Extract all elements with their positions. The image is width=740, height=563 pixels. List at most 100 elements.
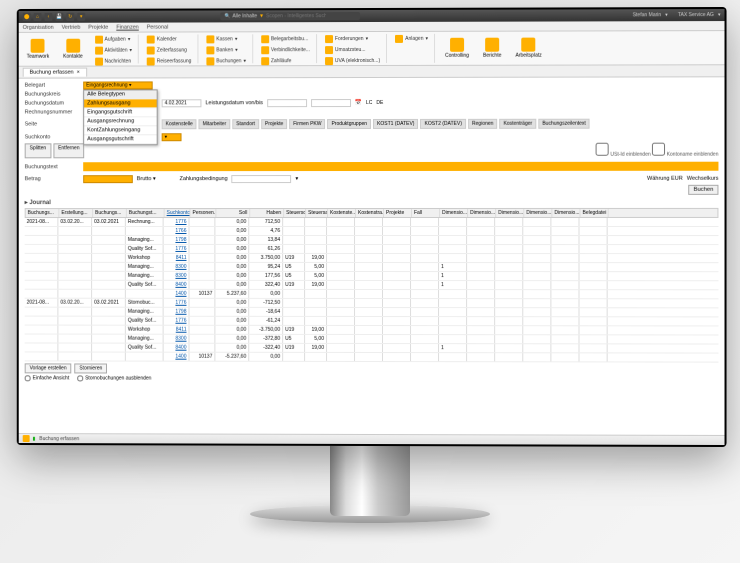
ribbon-verbindlichkeiten[interactable]: Verbindlichkeite... [259,45,312,55]
filter-kostentrger[interactable]: Kostenträger [499,119,536,129]
input-suchkonto[interactable]: ▾ [162,133,182,141]
btn-stornieren[interactable]: Stornieren [74,363,107,373]
ribbon-kalender[interactable]: Kalender [145,34,193,44]
company-label[interactable]: TAX Service AG [678,12,714,18]
ribbon-berichte[interactable]: Berichte [479,34,505,63]
col-header[interactable]: Erstellung... [59,209,93,217]
app-icon[interactable]: ⬤ [23,13,31,21]
col-header[interactable]: Buchungs... [26,209,60,217]
col-header[interactable]: Dimensio... [524,209,552,217]
col-header[interactable]: Dimensio... [552,209,580,217]
dd-zahlungsausgang[interactable]: Zahlungsausgang [84,99,156,108]
filter-produktgruppen[interactable]: Produktgruppen [328,119,372,129]
col-header[interactable]: Projekte [384,209,412,217]
input-betrag[interactable] [83,175,133,183]
btn-vorlage[interactable]: Vorlage erstellen [25,363,72,373]
ribbon-nachrichten[interactable]: Nachrichten [93,57,134,67]
btn-buchen[interactable]: Buchen [689,185,719,195]
journal-row[interactable]: Managing...17980,0013,84 [25,236,719,245]
calendar-icon[interactable]: 📅 [355,100,362,106]
col-header[interactable]: Soll [216,209,250,217]
chk-kontoname[interactable] [652,143,665,156]
menu-projekte[interactable]: Projekte [88,24,108,30]
col-header[interactable]: Steuersatz [306,209,328,217]
ribbon-forderungen[interactable]: Forderungen▾ [323,34,382,44]
more-icon[interactable]: ▾ [77,13,85,21]
belegart-dropdown[interactable]: Alle Belegtypen Zahlungsausgang Eingangs… [83,89,157,145]
global-search[interactable]: 🔍 Alle Inhalte ▼ [220,12,360,20]
filter-kostdatev[interactable]: KOST1 (DATEV) [373,119,418,129]
col-header[interactable]: Buchungst... [127,209,165,217]
dd-ausgangsrechnung[interactable]: Ausgangsrechnung [84,117,156,126]
tab-buchung-erfassen[interactable]: Buchung erfassen× [23,68,87,77]
user-label[interactable]: Stefan Marin [633,12,662,18]
dd-eingangsgutschrift[interactable]: Eingangsgutschrift [84,108,156,117]
ribbon-zahllaeufe[interactable]: Zahlläufe [259,56,312,66]
ribbon-controlling[interactable]: Controlling [441,34,473,63]
filter-kostenstelle[interactable]: Kostenstelle [162,119,197,129]
close-icon[interactable]: × [77,70,80,76]
filter-regionen[interactable]: Regionen [468,119,497,129]
ribbon-umsatzsteu[interactable]: Umsatzsteu... [323,45,382,55]
journal-row[interactable]: Workshop84110,003.750,00U1919,00 [25,254,719,263]
ribbon-belegarbeitsbu[interactable]: Belegarbeitsbu... [259,34,312,44]
journal-row[interactable]: 140010137-5.237,600,00 [25,352,719,362]
filter-mitarbeiter[interactable]: Mitarbeiter [199,119,230,129]
col-header[interactable]: Steuerschl... [284,209,306,217]
journal-row[interactable]: Managing...83000,0095,24U55,001 [25,263,719,272]
input-leist-von[interactable] [267,99,307,107]
dd-zahlungseingang[interactable]: KontZahlungseingang [84,126,156,135]
titlebar-quick-icons[interactable]: ⬤ ⌂ ‹ 💾 ↻ ▾ [23,13,85,21]
col-header[interactable]: Fall [412,209,440,217]
ribbon-arbeitsplatz[interactable]: Arbeitsplatz [511,34,545,63]
input-zahlungsbedingung[interactable] [232,175,292,183]
filter-buchungszeilentext[interactable]: Buchungszeilentext [538,119,590,129]
filter-icon[interactable]: ▼ [259,13,264,19]
col-header[interactable]: Buchungs... [93,209,127,217]
home-icon[interactable]: ⌂ [34,13,42,21]
ribbon-banken[interactable]: Banken▾ [204,45,248,55]
ribbon-kassen[interactable]: Kassen▾ [204,34,248,44]
col-header[interactable]: Suchkonto [165,209,191,217]
menu-organisation[interactable]: Organisation [23,24,54,30]
ribbon-uva[interactable]: UVA (elektronisch...) [323,56,382,66]
ribbon-kontakte[interactable]: Kontakte [59,35,87,64]
save-icon[interactable]: 💾 [55,13,63,21]
filter-firmenpkw[interactable]: Firmen PKW [289,119,325,129]
menu-finanzen[interactable]: Finanzen [116,24,138,30]
brutto-select[interactable]: Brutto ▾ [137,176,156,182]
ribbon-anlagen[interactable]: Anlagen▾ [393,34,430,44]
back-icon[interactable]: ‹ [45,13,53,21]
filter-projekte[interactable]: Projekte [261,119,287,129]
col-header[interactable]: Dimensio... [468,209,496,217]
col-header[interactable]: Dimensio... [496,209,524,217]
ribbon-buchungen[interactable]: Buchungen▾ [204,56,248,66]
btn-splitten[interactable]: Splitten [25,143,51,158]
input-leist-bis[interactable] [311,99,351,107]
col-header[interactable]: Dimensio... [440,209,468,217]
journal-row[interactable]: Managing...83000,00177,56U55,001 [25,272,719,281]
ribbon-teamwork[interactable]: Teamwork [23,35,54,64]
chk-einfache-ansicht[interactable] [25,375,31,381]
filter-kostdatev[interactable]: KOST2 (DATEV) [421,119,466,129]
menu-vertrieb[interactable]: Vertrieb [62,24,81,30]
btn-entfernen[interactable]: Entfernen [53,143,84,158]
dd-alle[interactable]: Alle Belegtypen [84,90,156,99]
ribbon-reiseerfassung[interactable]: Reiseerfassung [145,56,193,66]
search-scope[interactable]: Alle Inhalte [232,13,257,19]
ribbon-aufgaben[interactable]: Aufgaben▾ [93,35,134,45]
col-header[interactable]: Kostenstra... [356,209,384,217]
col-header[interactable]: Personen... [190,209,216,217]
chart-icon[interactable]: ▮ [33,436,36,442]
filter-standort[interactable]: Standort [232,119,259,129]
search-input[interactable] [266,13,326,19]
dd-ausgangsgutschrift[interactable]: Ausgangsgutschrift [84,135,156,144]
journal-columns[interactable]: Buchungs...Erstellung...Buchungs...Buchu… [25,208,719,218]
chk-ustid[interactable] [596,143,609,156]
col-header[interactable]: Kostenste... [328,209,356,217]
chk-storno-ausblenden[interactable] [77,375,83,381]
ribbon-aktivitaeten[interactable]: Aktivitäten▾ [93,46,134,56]
col-header[interactable]: Haben [250,209,284,217]
menu-personal[interactable]: Personal [147,24,169,30]
journal-row[interactable]: Quality Sof...17760,0061,26 [25,245,719,254]
